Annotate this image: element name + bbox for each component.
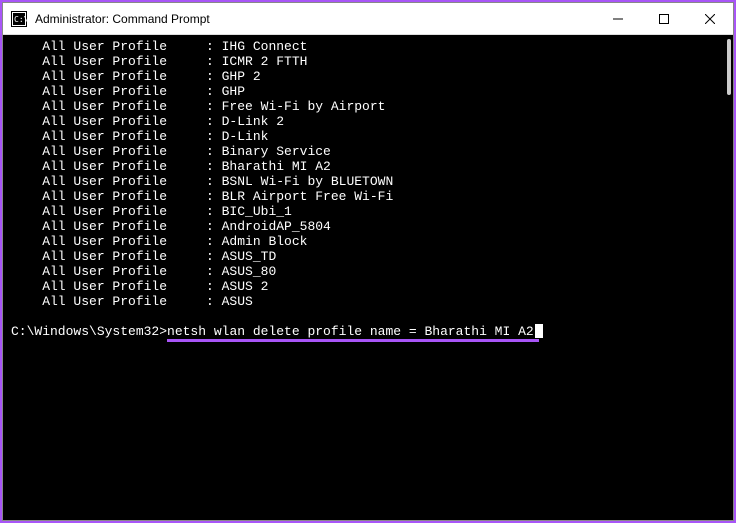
profile-line: All User Profile : BIC_Ubi_1 xyxy=(11,204,725,219)
scrollbar-thumb[interactable] xyxy=(727,39,731,95)
command-prompt-window: C:\ Administrator: Command Prompt All Us… xyxy=(2,2,734,521)
profile-line: All User Profile : ASUS xyxy=(11,294,725,309)
profile-list: All User Profile : IHG Connect All User … xyxy=(11,39,725,309)
profile-line: All User Profile : GHP 2 xyxy=(11,69,725,84)
profile-line: All User Profile : AndroidAP_5804 xyxy=(11,219,725,234)
prompt-text: C:\Windows\System32> xyxy=(11,324,167,339)
profile-line: All User Profile : Admin Block xyxy=(11,234,725,249)
profile-line: All User Profile : ASUS_TD xyxy=(11,249,725,264)
cursor xyxy=(535,324,543,338)
profile-line: All User Profile : D-Link xyxy=(11,129,725,144)
profile-line: All User Profile : D-Link 2 xyxy=(11,114,725,129)
command-line: C:\Windows\System32>netsh wlan delete pr… xyxy=(11,324,725,339)
blank-line xyxy=(11,309,725,324)
profile-line: All User Profile : Binary Service xyxy=(11,144,725,159)
terminal-area[interactable]: All User Profile : IHG Connect All User … xyxy=(3,35,733,520)
profile-line: All User Profile : ASUS_80 xyxy=(11,264,725,279)
window-controls xyxy=(595,3,733,34)
close-button[interactable] xyxy=(687,3,733,34)
profile-line: All User Profile : Free Wi-Fi by Airport xyxy=(11,99,725,114)
profile-line: All User Profile : ASUS 2 xyxy=(11,279,725,294)
profile-line: All User Profile : ICMR 2 FTTH xyxy=(11,54,725,69)
profile-line: All User Profile : Bharathi MI A2 xyxy=(11,159,725,174)
window-title: Administrator: Command Prompt xyxy=(35,12,595,26)
profile-line: All User Profile : BSNL Wi-Fi by BLUETOW… xyxy=(11,174,725,189)
command-text: netsh wlan delete profile name = Bharath… xyxy=(167,324,534,339)
minimize-button[interactable] xyxy=(595,3,641,34)
cmd-icon: C:\ xyxy=(11,11,27,27)
svg-text:C:\: C:\ xyxy=(14,15,27,24)
maximize-button[interactable] xyxy=(641,3,687,34)
profile-line: All User Profile : BLR Airport Free Wi-F… xyxy=(11,189,725,204)
profile-line: All User Profile : IHG Connect xyxy=(11,39,725,54)
profile-line: All User Profile : GHP xyxy=(11,84,725,99)
titlebar: C:\ Administrator: Command Prompt xyxy=(3,3,733,35)
